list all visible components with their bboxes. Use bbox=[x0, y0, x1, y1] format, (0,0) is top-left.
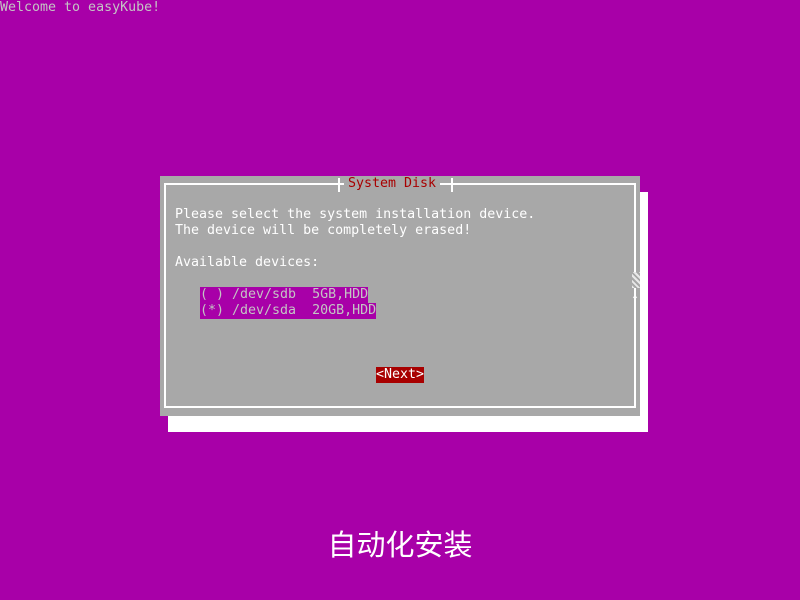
next-button[interactable]: <Next> bbox=[376, 367, 425, 383]
available-devices-label: Available devices: bbox=[175, 255, 320, 270]
welcome-text: Welcome to easyKube! bbox=[0, 0, 161, 15]
frame-bottom bbox=[164, 406, 636, 408]
scrollbar-thumb[interactable] bbox=[632, 272, 640, 288]
instruction-line-2: The device will be completely erased! bbox=[175, 223, 472, 238]
frame-top-left bbox=[164, 183, 500, 185]
title-separator-right bbox=[451, 178, 453, 192]
system-disk-dialog: System Disk Please select the system ins… bbox=[160, 176, 640, 416]
frame-left bbox=[164, 183, 166, 408]
title-separator-left bbox=[338, 178, 340, 192]
device-option-sda[interactable]: (*) /dev/sda 20GB,HDD bbox=[200, 303, 376, 319]
frame-top-right bbox=[455, 183, 636, 185]
caption-text: 自动化安装 bbox=[327, 528, 473, 562]
down-arrow-icon[interactable]: ↓ bbox=[631, 288, 639, 304]
dialog-title: System Disk bbox=[344, 176, 441, 192]
instruction-line-1: Please select the system installation de… bbox=[175, 207, 536, 222]
device-option-sdb[interactable]: ( ) /dev/sdb 5GB,HDD bbox=[200, 287, 368, 303]
